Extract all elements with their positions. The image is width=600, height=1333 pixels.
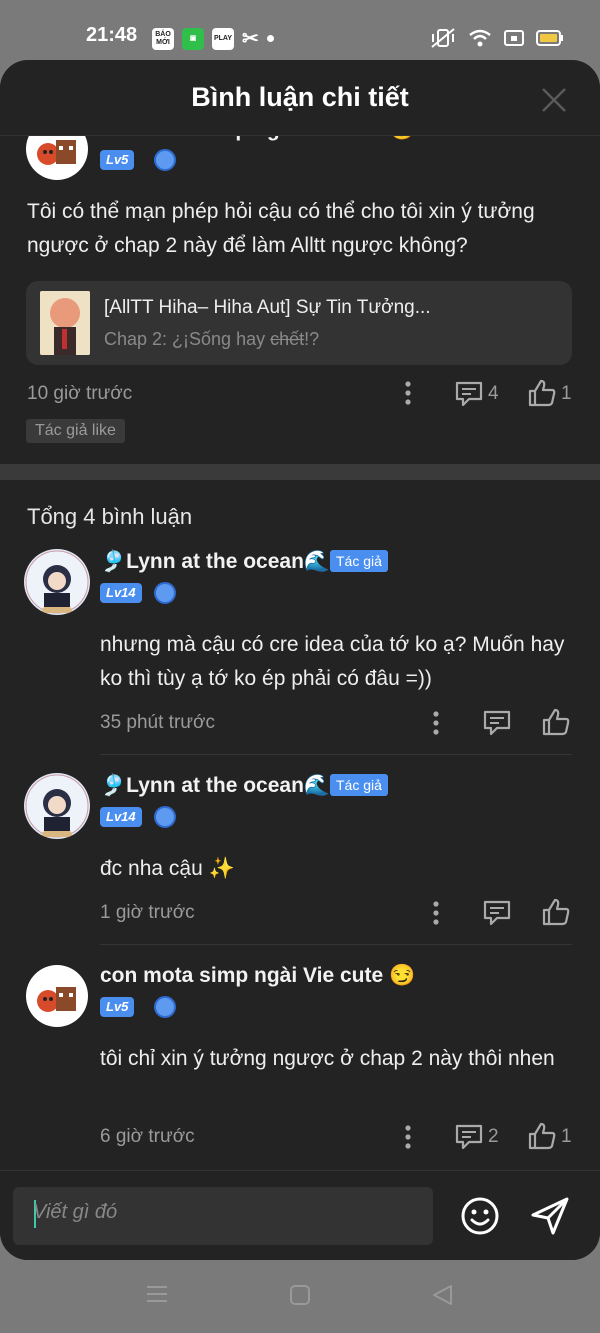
home-icon[interactable] [289, 1284, 311, 1306]
reply-divider [100, 754, 572, 755]
capcut-app-icon: ✂ [242, 28, 259, 50]
reply-count: 2 [488, 1126, 499, 1147]
more-icon[interactable] [403, 380, 413, 406]
status-app-icons: BÁO MỚI ▣ PLAY ✂ [152, 26, 274, 51]
status-right-icons [430, 27, 564, 49]
story-title: [AllTT Hiha– Hiha Aut] Sự Tin Tưởng... [104, 297, 431, 318]
like-icon[interactable] [528, 379, 556, 407]
avatar-image [25, 550, 89, 614]
like-count: 1 [561, 1126, 572, 1147]
comment-text: Tôi có thể mạn phép hỏi cậu có thể cho t… [27, 200, 535, 257]
baomoi-app-icon: BÁO MỚI [152, 27, 174, 50]
comment-input[interactable]: Viết gì đó [13, 1187, 433, 1245]
like-icon[interactable] [528, 1122, 556, 1150]
comment-time: 35 phút trước [100, 712, 215, 733]
play-app-icon: PLAY [212, 27, 234, 50]
reply-divider [100, 944, 572, 945]
comment-input-bar: Viết gì đó [0, 1170, 600, 1260]
total-comments-label: Tổng 4 bình luận [27, 504, 193, 529]
author-tag: Tác giả [330, 774, 388, 796]
more-icon[interactable] [431, 710, 441, 736]
comment-username[interactable]: 🎐Lynn at the ocean🌊 [100, 550, 330, 574]
menu-icon[interactable] [146, 1284, 168, 1304]
comment-username[interactable]: 🎐Lynn at the ocean🌊 [100, 774, 330, 798]
avatar[interactable] [24, 773, 90, 839]
like-icon[interactable] [542, 898, 570, 926]
battery-icon [536, 30, 563, 46]
comment-text: nhưng mà cậu có cre idea của tớ ko ạ? Mu… [100, 633, 565, 690]
avatar[interactable] [26, 965, 88, 1027]
avatar-image [25, 774, 89, 838]
avatar[interactable] [24, 549, 90, 615]
system-nav-bar [0, 1260, 600, 1333]
story-link-card[interactable]: [AllTT Hiha– Hiha Aut] Sự Tin Tưởng... C… [26, 281, 572, 365]
story-thumbnail [40, 291, 90, 355]
close-icon[interactable] [540, 86, 568, 114]
author-tag: Tác giả [330, 550, 388, 572]
level-badge: Lv14 [100, 583, 142, 603]
level-badge: Lv5 [100, 997, 135, 1017]
section-divider [0, 464, 600, 480]
gem-icon [154, 806, 176, 828]
comment-text: đc nha cậu ✨ [100, 857, 235, 880]
comment-icon[interactable] [483, 710, 511, 736]
like-icon[interactable] [542, 708, 570, 736]
comment-time: 1 giờ trước [100, 902, 195, 923]
story-chapter: Chap 2: ¿¡Sống hay chết!? [104, 329, 320, 349]
gem-icon [154, 582, 176, 604]
wechat-app-icon: ▣ [182, 27, 204, 50]
comment-icon[interactable] [455, 1124, 483, 1150]
wifi-icon [469, 29, 491, 47]
avatar-image [37, 987, 76, 1012]
comment-username[interactable]: con mota simp ngài Vie cute 😏 [100, 964, 415, 988]
author-like-chip: Tác giả like [26, 419, 125, 443]
back-icon[interactable] [431, 1284, 453, 1306]
comment-time: 10 giờ trước [27, 383, 133, 404]
page-title: Bình luận chi tiết [191, 82, 409, 112]
reply-count: 4 [488, 383, 499, 404]
input-placeholder: Viết gì đó [33, 1201, 118, 1223]
gem-icon [154, 149, 176, 171]
comment-sheet: Bình luận chi tiết con mota simp ngài Vi… [0, 60, 600, 1260]
comment-text: tôi chỉ xin ý tưởng ngược ở chap 2 này t… [100, 1047, 555, 1070]
comment-icon[interactable] [455, 381, 483, 407]
more-icon[interactable] [431, 900, 441, 926]
status-time: 21:48 [86, 24, 138, 46]
level-badge: Lv14 [100, 807, 142, 827]
sheet-header: Bình luận chi tiết [0, 60, 600, 136]
comment-time: 6 giờ trước [100, 1126, 195, 1147]
level-badge: Lv5 [100, 150, 135, 170]
more-icon[interactable] [403, 1124, 413, 1150]
send-icon[interactable] [529, 1195, 571, 1237]
emoji-icon[interactable] [460, 1196, 500, 1236]
vibrate-icon [431, 28, 455, 48]
comment-icon[interactable] [483, 900, 511, 926]
gem-icon [154, 996, 176, 1018]
cast-icon [504, 30, 524, 46]
like-count: 1 [561, 383, 572, 404]
notification-dot-icon [266, 35, 274, 42]
